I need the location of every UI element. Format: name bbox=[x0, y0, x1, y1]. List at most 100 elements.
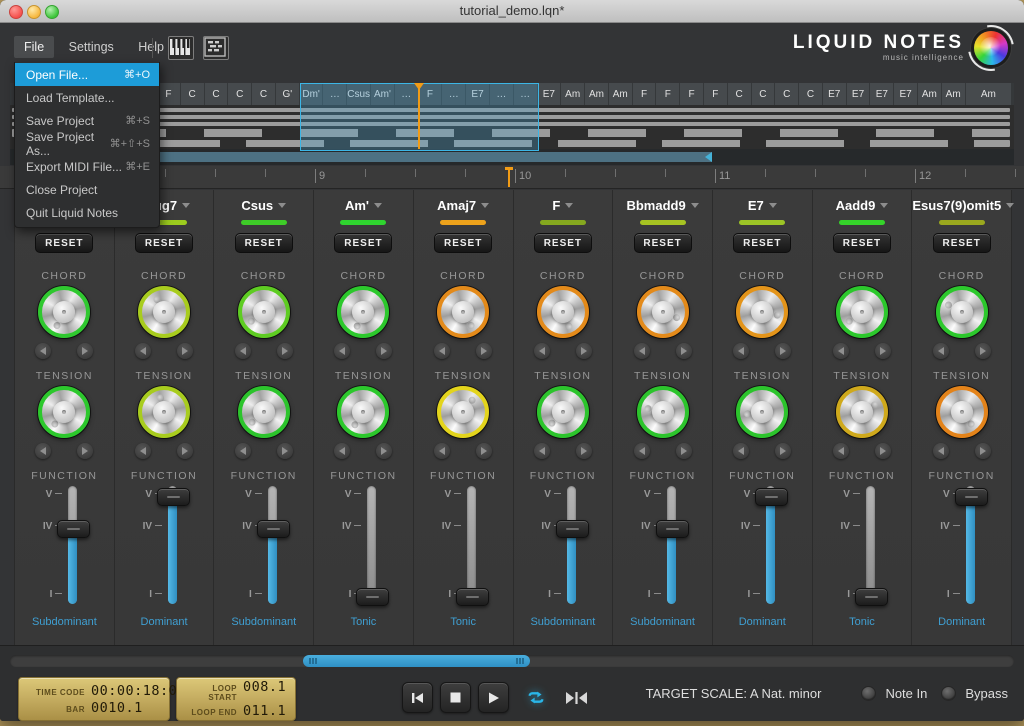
tension-next-button[interactable] bbox=[276, 443, 293, 459]
timeline-chord-cell[interactable]: G' bbox=[275, 83, 299, 105]
slider-track[interactable] bbox=[954, 486, 988, 604]
tension-next-button[interactable] bbox=[77, 443, 94, 459]
edit-position-marker[interactable] bbox=[414, 83, 425, 149]
chevron-down-icon[interactable] bbox=[565, 203, 574, 208]
slider-handle[interactable] bbox=[854, 588, 888, 606]
timeline-chord-cell[interactable]: E7 bbox=[822, 83, 846, 105]
chord-name[interactable]: Bbmadd9 bbox=[626, 198, 685, 213]
chord-name[interactable]: Am' bbox=[345, 198, 369, 213]
horizontal-scrollbar[interactable] bbox=[10, 655, 1014, 667]
timeline-chord-cell[interactable]: C bbox=[180, 83, 204, 105]
chord-knob[interactable] bbox=[437, 286, 490, 338]
loop-toggle-button[interactable] bbox=[521, 686, 551, 708]
menu-item[interactable]: Close Project bbox=[15, 178, 159, 201]
menu-item[interactable]: Export MIDI File... ⌘+E bbox=[15, 155, 159, 178]
timeline-chord-cell[interactable]: F bbox=[632, 83, 656, 105]
chord-prev-button[interactable] bbox=[633, 343, 650, 359]
tension-next-button[interactable] bbox=[476, 443, 493, 459]
chord-knob[interactable] bbox=[138, 286, 191, 338]
slider-track[interactable] bbox=[755, 486, 789, 604]
function-slider[interactable]: V IV I bbox=[830, 486, 900, 610]
function-slider[interactable]: V IV I bbox=[431, 486, 501, 610]
timeline-chord-cell[interactable]: C bbox=[252, 83, 275, 105]
reset-button[interactable]: RESET bbox=[832, 233, 891, 253]
function-slider[interactable]: V IV I bbox=[331, 486, 401, 610]
play-button[interactable] bbox=[478, 682, 509, 713]
slider-handle[interactable] bbox=[456, 588, 490, 606]
function-slider[interactable]: V IV I bbox=[232, 486, 302, 610]
go-to-loop-button[interactable] bbox=[559, 691, 594, 708]
playhead-marker[interactable] bbox=[505, 167, 513, 187]
chevron-down-icon[interactable] bbox=[880, 203, 889, 208]
timeline-chord-cell[interactable]: E7 bbox=[870, 83, 894, 105]
chord-knob[interactable] bbox=[736, 286, 789, 338]
chord-next-button[interactable] bbox=[874, 343, 891, 359]
tension-next-button[interactable] bbox=[775, 443, 792, 459]
chord-next-button[interactable] bbox=[476, 343, 493, 359]
timeline-chord-cell[interactable]: Am bbox=[561, 83, 585, 105]
tension-knob[interactable] bbox=[536, 386, 589, 438]
note-in-toggle[interactable]: Note In bbox=[861, 686, 927, 701]
slider-track[interactable] bbox=[655, 486, 689, 604]
menu-item[interactable]: Load Template... bbox=[15, 86, 159, 109]
function-slider[interactable]: V IV I bbox=[631, 486, 701, 610]
chord-next-button[interactable] bbox=[575, 343, 592, 359]
slider-handle[interactable] bbox=[356, 588, 390, 606]
tension-next-button[interactable] bbox=[177, 443, 194, 459]
timeline-chord-cell[interactable]: C bbox=[228, 83, 252, 105]
chord-prev-button[interactable] bbox=[832, 343, 849, 359]
chord-name[interactable]: Esus7(9)omit5 bbox=[912, 198, 1001, 213]
timeline-chord-cell[interactable]: C bbox=[775, 83, 799, 105]
reset-button[interactable]: RESET bbox=[733, 233, 792, 253]
menu-item[interactable]: Save Project As... ⌘+⇧+S bbox=[15, 130, 159, 158]
tension-prev-button[interactable] bbox=[234, 443, 251, 459]
slider-handle[interactable] bbox=[954, 488, 988, 506]
tension-prev-button[interactable] bbox=[932, 443, 949, 459]
tension-prev-button[interactable] bbox=[633, 443, 650, 459]
tension-prev-button[interactable] bbox=[533, 443, 550, 459]
tension-knob[interactable] bbox=[38, 386, 91, 438]
timeline-chord-cell[interactable]: Am bbox=[918, 83, 941, 105]
tension-knob[interactable] bbox=[636, 386, 689, 438]
tension-knob[interactable] bbox=[835, 386, 888, 438]
chevron-down-icon[interactable] bbox=[481, 203, 490, 208]
tension-prev-button[interactable] bbox=[733, 443, 750, 459]
reset-button[interactable]: RESET bbox=[135, 233, 194, 253]
chord-knob[interactable] bbox=[38, 286, 91, 338]
tension-next-button[interactable] bbox=[575, 443, 592, 459]
chord-knob[interactable] bbox=[237, 286, 290, 338]
chord-knob[interactable] bbox=[337, 286, 390, 338]
reset-button[interactable]: RESET bbox=[434, 233, 493, 253]
timeline-chord-cell[interactable]: C bbox=[204, 83, 228, 105]
timeline-chord-cell[interactable]: C bbox=[799, 83, 822, 105]
timeline-chord-cell[interactable]: F bbox=[157, 83, 180, 105]
stop-button[interactable] bbox=[440, 682, 471, 713]
tension-knob[interactable] bbox=[935, 386, 988, 438]
reset-button[interactable]: RESET bbox=[533, 233, 592, 253]
slider-handle[interactable] bbox=[157, 488, 191, 506]
slider-handle[interactable] bbox=[755, 488, 789, 506]
chord-next-button[interactable] bbox=[675, 343, 692, 359]
reset-button[interactable]: RESET bbox=[334, 233, 393, 253]
timeline-chord-cell[interactable]: Am bbox=[608, 83, 632, 105]
chord-prev-button[interactable] bbox=[434, 343, 451, 359]
timeline-chord-cell[interactable]: Am bbox=[585, 83, 608, 105]
timeline-chord-cell[interactable]: C bbox=[751, 83, 775, 105]
timeline-chord-cell[interactable]: Am bbox=[965, 83, 1012, 105]
arrangement-view-icon[interactable] bbox=[203, 36, 229, 60]
timeline-chord-cell[interactable]: E7 bbox=[894, 83, 917, 105]
scrollbar-thumb[interactable] bbox=[303, 655, 530, 667]
slider-track[interactable] bbox=[555, 486, 589, 604]
chevron-down-icon[interactable] bbox=[1006, 203, 1015, 208]
tension-prev-button[interactable] bbox=[135, 443, 152, 459]
chord-knob[interactable] bbox=[935, 286, 988, 338]
timeline-chord-cell[interactable]: F bbox=[703, 83, 727, 105]
slider-track[interactable] bbox=[456, 486, 490, 606]
chord-prev-button[interactable] bbox=[35, 343, 52, 359]
timeline-chord-cell[interactable]: C bbox=[727, 83, 751, 105]
tension-knob[interactable] bbox=[736, 386, 789, 438]
tension-prev-button[interactable] bbox=[35, 443, 52, 459]
loop-range-bar[interactable] bbox=[115, 152, 712, 162]
menu-file[interactable]: File bbox=[14, 36, 55, 58]
bypass-toggle[interactable]: Bypass bbox=[941, 686, 1008, 701]
